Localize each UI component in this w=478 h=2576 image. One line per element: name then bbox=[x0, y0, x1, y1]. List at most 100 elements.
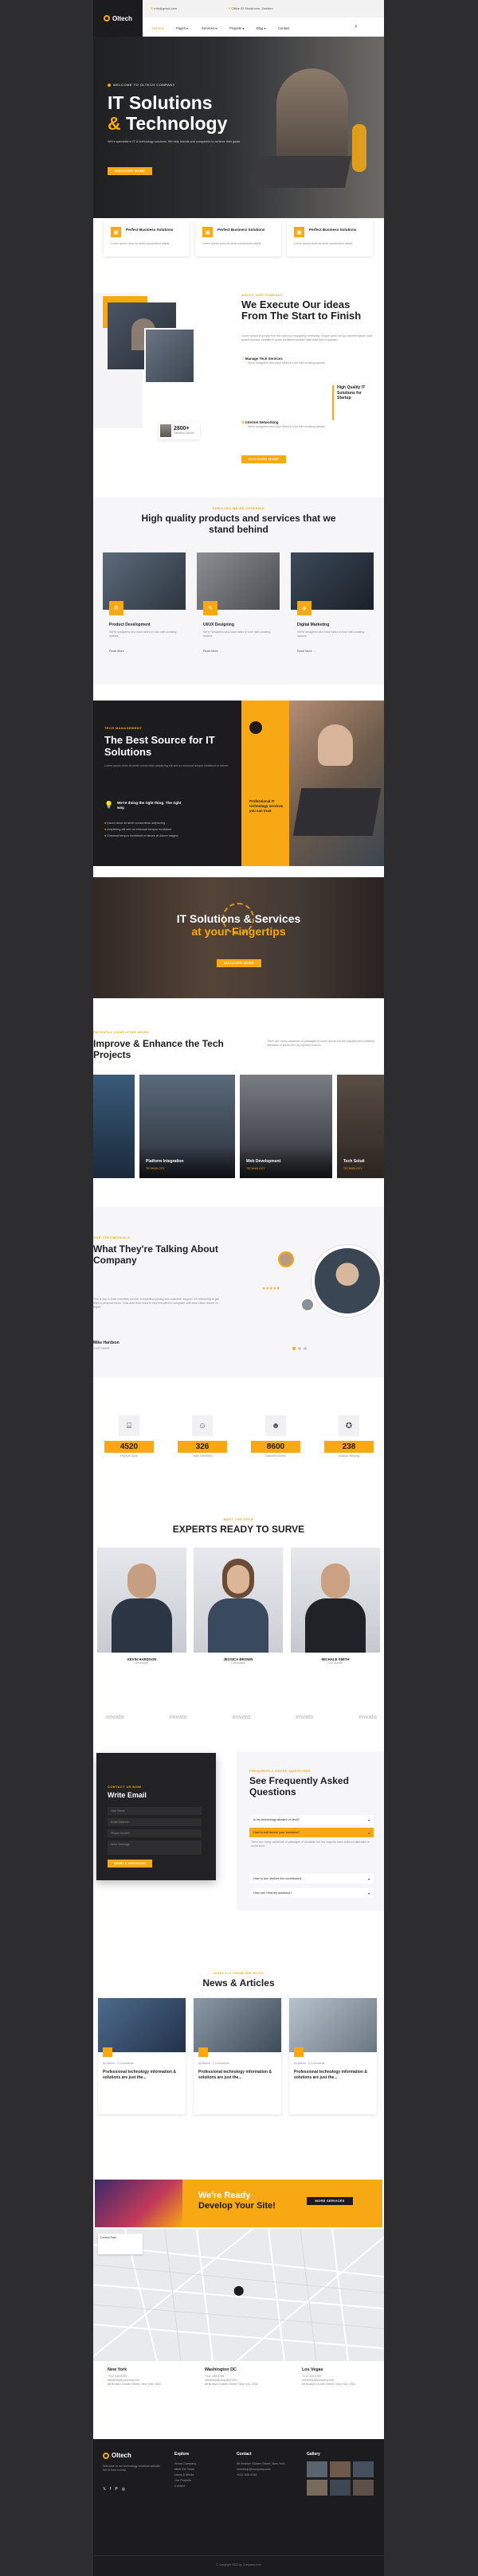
stat-2: ☺ 326 Team Members bbox=[178, 1415, 227, 1458]
service-readmore-2[interactable]: Read More → bbox=[203, 650, 222, 653]
cta-image bbox=[95, 2180, 182, 2227]
facebook-icon[interactable]: f bbox=[110, 2487, 111, 2492]
about-tag: ABOUT OUR COMPANY bbox=[241, 293, 284, 297]
envato-logo: envato bbox=[296, 1715, 314, 1720]
briefcase-icon: ▣ bbox=[294, 227, 304, 237]
envato-logo: envato bbox=[232, 1715, 251, 1720]
nav-projects[interactable]: Projects ▾ bbox=[229, 26, 244, 30]
contact-email-field[interactable]: Email Address bbox=[108, 1818, 202, 1826]
nav-pages[interactable]: Pages ▾ bbox=[176, 26, 188, 30]
service-title-1: Product Development bbox=[109, 623, 151, 627]
search-icon[interactable]: ⌕ bbox=[355, 24, 362, 32]
news-image bbox=[98, 1998, 186, 2052]
footer-social: 𝕏f P ◎ bbox=[103, 2487, 125, 2492]
faq-item-4[interactable]: How can I find my solutions? ▾ bbox=[249, 1888, 374, 1898]
team-photo-1 bbox=[97, 1548, 186, 1653]
team-photo-3 bbox=[291, 1548, 380, 1653]
project-category: TECHNOLOGY bbox=[246, 1167, 265, 1170]
logo-mark-icon bbox=[104, 15, 111, 21]
footer-link[interactable]: Our Projects bbox=[174, 2478, 196, 2484]
contact-phone-field[interactable]: Phone Number bbox=[108, 1829, 202, 1837]
testimonial-portrait bbox=[311, 1245, 383, 1317]
news-card-3[interactable]: by Admin · 2 Comments Professional techn… bbox=[289, 1998, 377, 2114]
stat-value: 4520 bbox=[104, 1441, 154, 1453]
footer-contact: 88 Broklyn Golden Street, New York needh… bbox=[237, 2462, 285, 2476]
pinterest-icon[interactable]: P bbox=[115, 2487, 117, 2492]
nav-services[interactable]: Services ▾ bbox=[202, 26, 217, 30]
topbar-email[interactable]: ✉ info@gmail.com bbox=[151, 6, 177, 10]
stat-label: Satisfied Clients bbox=[265, 1454, 286, 1458]
team-title: EXPERTS READY TO SURVE bbox=[172, 1524, 305, 1535]
testimonial-dots[interactable] bbox=[292, 1347, 307, 1350]
about-discover-button[interactable]: DISCOVER MORE bbox=[241, 455, 286, 463]
gallery-thumb[interactable] bbox=[307, 2461, 327, 2477]
footer-logo[interactable]: Oltech bbox=[103, 2452, 131, 2459]
team-member-1: KEVIN HARDSON Developer bbox=[127, 1657, 157, 1665]
feature-title: Perfect Business Solutions bbox=[309, 228, 357, 232]
service-readmore-3[interactable]: Read More → bbox=[297, 650, 316, 653]
nav-home[interactable]: Home ▾ bbox=[152, 26, 163, 30]
faq-tag: FREQUENTLY ASKED QUESTIONS bbox=[249, 1769, 311, 1773]
cta-more-button[interactable]: MORE SERVICES bbox=[307, 2197, 353, 2205]
footer-divider bbox=[93, 2555, 384, 2556]
gallery-thumb[interactable] bbox=[307, 2480, 327, 2496]
news-card-2[interactable]: by Admin · 2 Comments Professional techn… bbox=[194, 1998, 281, 2114]
project-card-3[interactable]: Web Development TECHNOLOGY bbox=[240, 1075, 332, 1178]
feature-text: Lorem ipsum dolor sit amet consectetur a… bbox=[111, 242, 170, 245]
source-image bbox=[289, 701, 384, 866]
faq-item-1[interactable]: Is my technology allowed on tech? ▾ bbox=[249, 1815, 374, 1825]
testimonial-avatar-2[interactable] bbox=[300, 1298, 315, 1312]
source-card-icon bbox=[249, 721, 262, 734]
map[interactable]: Central Park ⬤ bbox=[93, 2229, 384, 2361]
source-orange-card bbox=[241, 701, 289, 866]
gallery-thumb[interactable] bbox=[353, 2480, 374, 2496]
gallery-thumb[interactable] bbox=[330, 2461, 351, 2477]
gallery-thumb[interactable] bbox=[330, 2480, 351, 2496]
news-date-badge bbox=[198, 2047, 208, 2057]
footer-link[interactable]: News & Media bbox=[174, 2473, 196, 2478]
footer-link[interactable]: About Company bbox=[174, 2461, 196, 2467]
testimonial-name: Mike Hardson bbox=[93, 1341, 120, 1345]
project-card-4[interactable]: Tech Soluti TECHNOLOGY bbox=[337, 1075, 384, 1178]
envato-logo: envato bbox=[358, 1715, 377, 1720]
logo[interactable]: Oltech bbox=[93, 0, 143, 37]
contact-message-field[interactable]: Write Message bbox=[108, 1840, 202, 1855]
footer-link[interactable]: Contact bbox=[174, 2484, 196, 2489]
project-card-2[interactable]: Platform Integration TECHNOLOGY bbox=[139, 1075, 235, 1178]
source-card-text: Professional IT technology services you … bbox=[249, 799, 284, 813]
check-item: ● Eiusmod tempor incididunt ut labore et… bbox=[104, 834, 178, 837]
nav-contact[interactable]: Contact bbox=[278, 26, 289, 30]
logo-text: Oltech bbox=[112, 14, 132, 22]
footer-contact-title: Contact bbox=[237, 2452, 252, 2457]
hero-discover-button[interactable]: DISCOVER MORE bbox=[108, 167, 152, 175]
map-pin-icon[interactable]: ⬤ bbox=[233, 2285, 244, 2296]
faq-item-3[interactable]: How to turn visitors into contributors ▾ bbox=[249, 1874, 374, 1883]
about-title: We Execute Our ideas From The Start to F… bbox=[241, 299, 362, 322]
news-image bbox=[289, 1998, 377, 2052]
hero-orange-accent bbox=[352, 124, 366, 172]
banner-discover-button[interactable]: DISCOVER MORE bbox=[217, 959, 261, 967]
testimonial-avatar-1[interactable] bbox=[278, 1251, 294, 1267]
stat-label: Projects Done bbox=[120, 1454, 139, 1458]
nav-blog[interactable]: Blog ▾ bbox=[257, 26, 266, 30]
service-text-1: We're designers who have fallen in love … bbox=[109, 630, 177, 638]
news-meta: by Admin · 2 Comments bbox=[294, 2062, 325, 2065]
instagram-icon[interactable]: ◎ bbox=[122, 2487, 125, 2492]
service-readmore-1[interactable]: Read More → bbox=[109, 650, 128, 653]
twitter-icon[interactable]: 𝕏 bbox=[103, 2487, 106, 2492]
about-clients-badge: 2800+ Satisfied Clients bbox=[159, 422, 200, 439]
project-card-1[interactable] bbox=[93, 1075, 135, 1178]
project-category: TECHNOLOGY bbox=[146, 1167, 165, 1170]
gallery-thumb[interactable] bbox=[353, 2461, 374, 2477]
news-card-1[interactable]: by Admin · 2 Comments Professional techn… bbox=[98, 1998, 186, 2114]
hero-tag: WELCOME TO OLTECH COMPANY bbox=[108, 83, 175, 87]
feature-title: Perfect Business Solutions bbox=[126, 228, 174, 232]
news-date-badge bbox=[294, 2047, 304, 2057]
about-item-2: ⚙ Internet Networking We're designers wh… bbox=[241, 420, 326, 428]
footer-link[interactable]: Meet the Team bbox=[174, 2467, 196, 2473]
faq-item-2-active[interactable]: How to soft launch your business? ▴ bbox=[249, 1828, 374, 1837]
contact-send-button[interactable]: SEND A MESSAGE bbox=[108, 1860, 152, 1868]
service-text-2: We're designers who have fallen in love … bbox=[203, 630, 271, 638]
news-meta: by Admin · 2 Comments bbox=[103, 2062, 134, 2065]
contact-name-field[interactable]: Your Name bbox=[108, 1807, 202, 1815]
